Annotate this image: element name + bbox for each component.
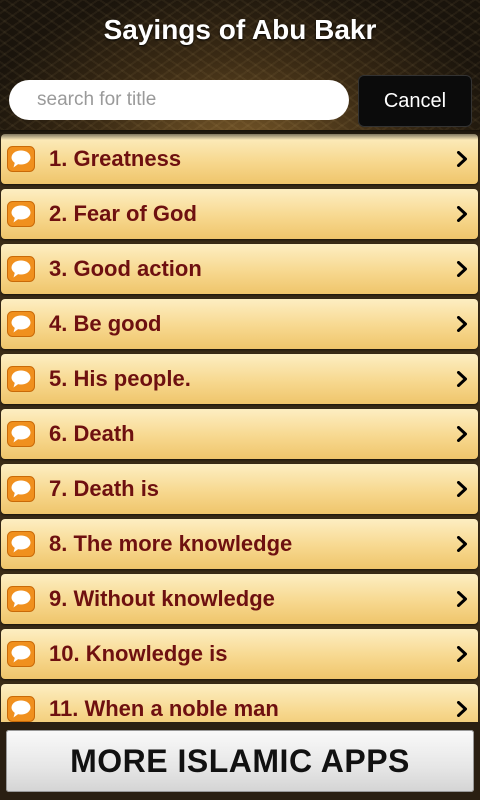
message-bubble-icon [7, 201, 35, 227]
list-item[interactable]: 9. Without knowledge [1, 574, 478, 624]
chevron-right-icon [457, 591, 467, 607]
list-item[interactable]: 5. His people. [1, 354, 478, 404]
message-bubble-icon [7, 366, 35, 392]
header-bar: Sayings of Abu Bakr Cancel [0, 0, 480, 140]
chevron-right-icon [457, 426, 467, 442]
list-item-label: 10. Knowledge is [49, 641, 228, 666]
message-bubble-icon [7, 311, 35, 337]
list-item-label: 3. Good action [49, 256, 202, 281]
message-bubble-icon [7, 476, 35, 502]
more-islamic-apps-button[interactable]: MORE ISLAMIC APPS [6, 730, 474, 792]
chevron-right-icon [457, 261, 467, 277]
message-bubble-icon [7, 256, 35, 282]
message-bubble-icon [7, 531, 35, 557]
list-item[interactable]: 10. Knowledge is [1, 629, 478, 679]
page-title: Sayings of Abu Bakr [103, 14, 377, 45]
chevron-right-icon [457, 536, 467, 552]
list-item-label: 7. Death is [49, 476, 160, 501]
message-bubble-icon [7, 421, 35, 447]
list-item[interactable]: 8. The more knowledge [1, 519, 478, 569]
message-bubble-icon [7, 641, 35, 667]
list-item[interactable]: 6. Death [1, 409, 478, 459]
list-item-label: 6. Death [49, 421, 135, 446]
list-item-label: 8. The more knowledge [49, 531, 293, 556]
list-item-label: 2. Fear of God [49, 201, 197, 226]
chevron-right-icon [457, 481, 467, 497]
sayings-list[interactable]: 1. Greatness 2. Fear of God 3. Good action… [0, 130, 480, 725]
chevron-right-icon [457, 151, 467, 167]
list-item[interactable]: 1. Greatness [1, 134, 478, 184]
list-item[interactable]: 7. Death is [1, 464, 478, 514]
chevron-right-icon [457, 371, 467, 387]
chevron-right-icon [457, 646, 467, 662]
list-item-label: 1. Greatness [49, 146, 182, 171]
cancel-button[interactable]: Cancel [358, 75, 472, 127]
list-item[interactable]: 3. Good action [1, 244, 478, 294]
list-item-label: 9. Without knowledge [49, 586, 275, 611]
chevron-right-icon [457, 316, 467, 332]
message-bubble-icon [7, 696, 35, 722]
list-item[interactable]: 2. Fear of God [1, 189, 478, 239]
chevron-right-icon [457, 701, 467, 717]
message-bubble-icon [7, 586, 35, 612]
list-item-label: 4. Be good [49, 311, 162, 336]
list-item[interactable]: 11. When a noble man [1, 684, 478, 725]
list-item[interactable]: 4. Be good [1, 299, 478, 349]
list-item-label: 5. His people. [49, 366, 191, 391]
chevron-right-icon [457, 206, 467, 222]
list-item-label: 11. When a noble man [49, 696, 279, 721]
search-input[interactable] [9, 80, 349, 120]
message-bubble-icon [7, 146, 35, 172]
